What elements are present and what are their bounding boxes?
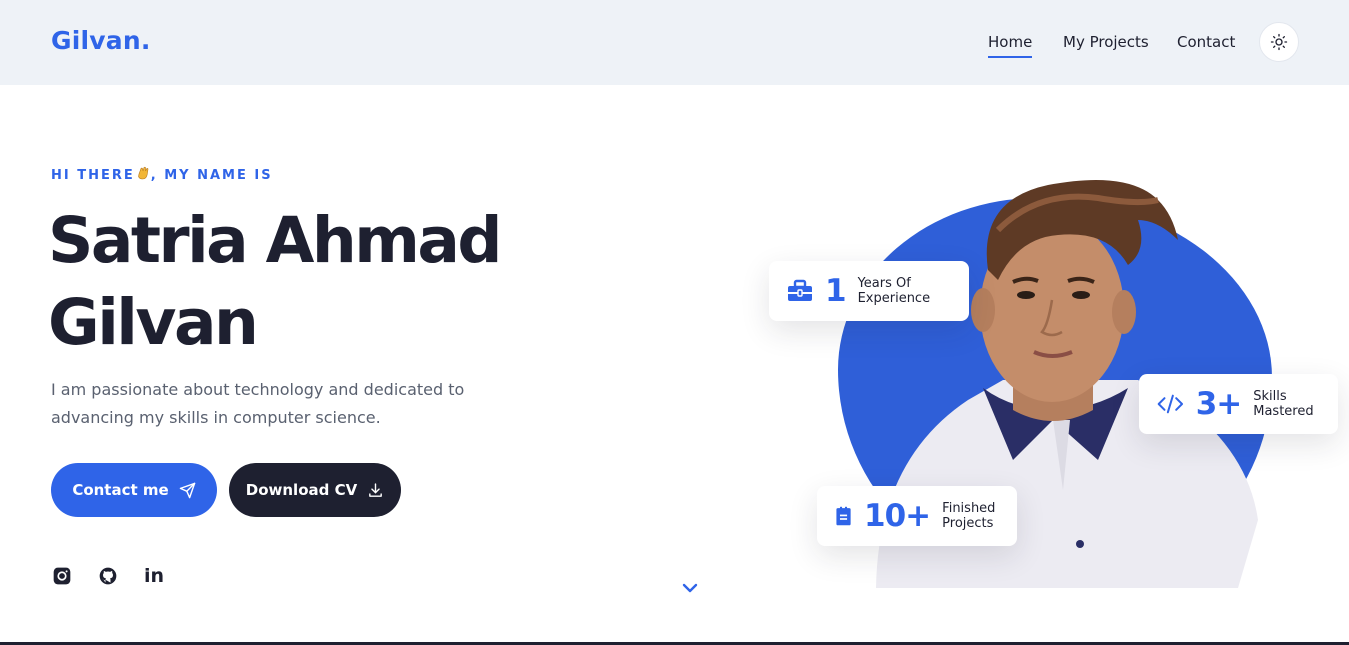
hero-description: I am passionate about technology and ded… [51, 380, 465, 427]
github-icon [99, 567, 117, 585]
sun-icon [1270, 33, 1288, 51]
document-icon [836, 506, 851, 526]
github-link[interactable] [97, 565, 119, 587]
hero-name-line1: Satria Ahmad [48, 204, 502, 277]
stat-years-label: Years Of Experience [857, 276, 931, 306]
scroll-down-button[interactable] [680, 580, 700, 596]
download-cv-label: Download CV [245, 481, 358, 499]
nav-home[interactable]: Home [988, 33, 1033, 58]
stat-skills-value: 3+ [1195, 386, 1243, 422]
linkedin-icon: in [143, 565, 165, 587]
stat-projects-label: Finished Projects [942, 501, 996, 531]
hero-name: Satria Ahmad Gilvan [48, 200, 568, 364]
stat-card-skills: 3+ Skills Mastered [1139, 374, 1338, 434]
stat-skills-label: Skills Mastered [1253, 389, 1314, 419]
waving-hand-icon [137, 166, 149, 180]
site-logo[interactable]: Gilvan. [51, 26, 151, 55]
stat-card-years: 1 Years Of Experience [769, 261, 969, 321]
stat-years-value: 1 [825, 273, 847, 309]
hero-greeting: HI THERE , MY NAME IS [51, 165, 273, 183]
code-icon [1157, 394, 1184, 414]
greeting-suffix: , MY NAME IS [150, 168, 273, 183]
theme-toggle-button[interactable] [1259, 22, 1299, 62]
instagram-link[interactable] [51, 565, 73, 587]
stat-projects-value: 10+ [864, 498, 931, 534]
download-icon [369, 482, 383, 497]
hero-name-line2: Gilvan [48, 286, 259, 359]
linkedin-link[interactable]: in [143, 565, 165, 587]
nav-contact[interactable]: Contact [1177, 33, 1235, 51]
send-icon [179, 482, 195, 498]
contact-me-label: Contact me [72, 481, 169, 499]
briefcase-icon [788, 279, 812, 301]
nav-my-projects[interactable]: My Projects [1063, 33, 1149, 51]
greeting-prefix: HI THERE [51, 168, 135, 183]
site-header: Gilvan. Home My Projects Contact [0, 0, 1349, 85]
contact-me-button[interactable]: Contact me [51, 463, 217, 517]
stat-card-projects: 10+ Finished Projects [817, 486, 1017, 546]
chevron-down-icon [682, 583, 698, 593]
instagram-icon [53, 567, 71, 585]
download-cv-button[interactable]: Download CV [229, 463, 401, 517]
